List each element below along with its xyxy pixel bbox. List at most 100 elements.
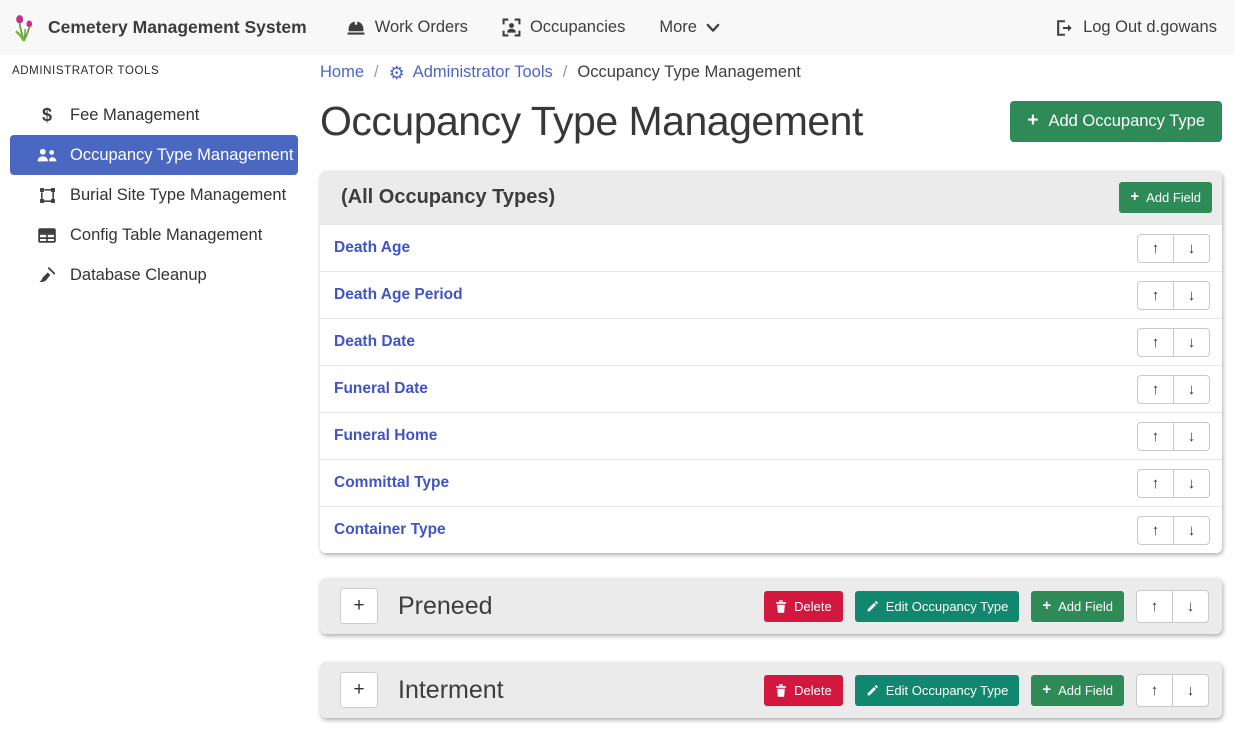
move-up-button[interactable]: ↑ [1137,281,1174,310]
add-occupancy-type-button[interactable]: + Add Occupancy Type [1010,101,1222,142]
move-down-button[interactable]: ↓ [1173,375,1210,404]
edit-occupancy-type-button[interactable]: Edit Occupancy Type [855,675,1020,706]
reorder-controls: ↑ ↓ [1137,328,1210,357]
field-link[interactable]: Funeral Home [334,427,437,445]
field-link[interactable]: Death Age [334,239,410,257]
move-down-button[interactable]: ↓ [1172,590,1209,623]
delete-label: Delete [794,599,832,614]
field-row-death-age: Death Age ↑ ↓ [320,224,1222,271]
field-link[interactable]: Committal Type [334,474,449,492]
reorder-controls: ↑ ↓ [1137,516,1210,545]
delete-button[interactable]: Delete [764,591,843,622]
sidebar-item-database-cleanup[interactable]: Database Cleanup [10,255,298,295]
move-down-button[interactable]: ↓ [1173,328,1210,357]
nav-more[interactable]: More [642,10,737,45]
move-up-button[interactable]: ↑ [1137,328,1174,357]
section-actions: Delete Edit Occupancy Type + Add Field ↑… [764,590,1209,623]
trash-icon [775,684,787,697]
breadcrumb-home-link[interactable]: Home [320,63,364,82]
add-field-button[interactable]: + Add Field [1119,182,1212,213]
move-down-button[interactable]: ↓ [1173,422,1210,451]
hard-hat-icon [346,19,366,37]
field-link[interactable]: Container Type [334,521,446,539]
main-content: Home / ⚙ Administrator Tools / Occupancy… [320,55,1222,718]
sidebar-item-config-table-management[interactable]: Config Table Management [10,215,298,255]
breadcrumb-separator: / [563,63,568,82]
page-title: Occupancy Type Management [320,98,863,145]
sidebar: ADMINISTRATOR TOOLS $ Fee Management Occ… [0,55,310,738]
move-up-button[interactable]: ↑ [1137,234,1174,263]
breadcrumb-admin-tools-link[interactable]: ⚙ Administrator Tools [389,63,553,82]
app-brand[interactable]: Cemetery Management System [12,13,307,43]
section-bar-preneed: + Preneed Delete [320,578,1222,634]
reorder-controls: ↑ ↓ [1137,469,1210,498]
sidebar-item-label: Fee Management [70,106,199,125]
all-occupancy-types-header: (All Occupancy Types) + Add Field [320,171,1222,224]
reorder-controls: ↑ ↓ [1136,674,1209,707]
all-occupancy-types-title: (All Occupancy Types) [341,186,555,209]
app-title: Cemetery Management System [48,17,307,38]
section-bar-interment: + Interment Delete [320,662,1222,718]
all-occupancy-types-card: (All Occupancy Types) + Add Field Death … [320,171,1222,553]
pencil-icon [866,684,879,697]
sidebar-item-fee-management[interactable]: $ Fee Management [10,95,298,135]
sign-out-icon [1055,19,1074,37]
edit-occupancy-type-label: Edit Occupancy Type [886,599,1009,614]
field-link[interactable]: Death Age Period [334,286,463,304]
plus-icon: + [1042,599,1051,614]
move-up-button[interactable]: ↑ [1136,590,1173,623]
dollar-icon: $ [34,105,60,126]
edit-occupancy-type-button[interactable]: Edit Occupancy Type [855,591,1020,622]
move-down-button[interactable]: ↓ [1173,469,1210,498]
person-frame-icon [502,18,521,37]
chevron-down-icon [706,23,720,33]
tulip-logo-icon [12,13,38,43]
sidebar-item-label: Burial Site Type Management [70,186,286,205]
breadcrumb-separator: / [374,63,379,82]
nav-more-label: More [659,18,697,37]
field-link[interactable]: Funeral Date [334,380,428,398]
nav-work-orders[interactable]: Work Orders [329,10,485,45]
sidebar-item-label: Occupancy Type Management [70,146,294,165]
move-up-button[interactable]: ↑ [1137,375,1174,404]
add-occupancy-type-label: Add Occupancy Type [1048,112,1205,131]
title-row: Occupancy Type Management + Add Occupanc… [320,98,1222,145]
vector-square-icon [34,187,60,204]
breadcrumb-admin-tools-label: Administrator Tools [413,63,553,82]
move-down-button[interactable]: ↓ [1173,281,1210,310]
breadcrumb-current: Occupancy Type Management [577,63,801,82]
nav-links: Work Orders Occupancies More [329,10,737,45]
breadcrumb: Home / ⚙ Administrator Tools / Occupancy… [320,63,1222,82]
plus-icon: + [1042,683,1051,698]
edit-occupancy-type-label: Edit Occupancy Type [886,683,1009,698]
move-up-button[interactable]: ↑ [1137,469,1174,498]
field-link[interactable]: Death Date [334,333,415,351]
expand-button[interactable]: + [340,588,378,624]
move-down-button[interactable]: ↓ [1172,674,1209,707]
sidebar-item-label: Config Table Management [70,226,262,245]
logout-button[interactable]: Log Out d.gowans [1055,18,1217,37]
expand-button[interactable]: + [340,672,378,708]
add-field-button[interactable]: + Add Field [1031,591,1124,622]
add-field-button[interactable]: + Add Field [1031,675,1124,706]
move-up-button[interactable]: ↑ [1136,674,1173,707]
reorder-controls: ↑ ↓ [1136,590,1209,623]
sidebar-list: $ Fee Management Occupancy Type Manageme… [0,95,310,295]
move-up-button[interactable]: ↑ [1137,422,1174,451]
section-title: Preneed [398,592,493,621]
table-icon [34,228,60,243]
sidebar-heading: ADMINISTRATOR TOOLS [0,55,310,81]
reorder-controls: ↑ ↓ [1137,281,1210,310]
gear-icon: ⚙ [389,64,405,82]
sidebar-item-label: Database Cleanup [70,266,207,285]
add-field-label: Add Field [1058,683,1113,698]
nav-occupancies-label: Occupancies [530,18,625,37]
move-down-button[interactable]: ↓ [1173,516,1210,545]
nav-occupancies[interactable]: Occupancies [485,10,642,45]
sidebar-item-occupancy-type-management[interactable]: Occupancy Type Management [10,135,298,175]
broom-icon [34,267,60,283]
move-up-button[interactable]: ↑ [1137,516,1174,545]
delete-button[interactable]: Delete [764,675,843,706]
sidebar-item-burial-site-type-management[interactable]: Burial Site Type Management [10,175,298,215]
move-down-button[interactable]: ↓ [1173,234,1210,263]
